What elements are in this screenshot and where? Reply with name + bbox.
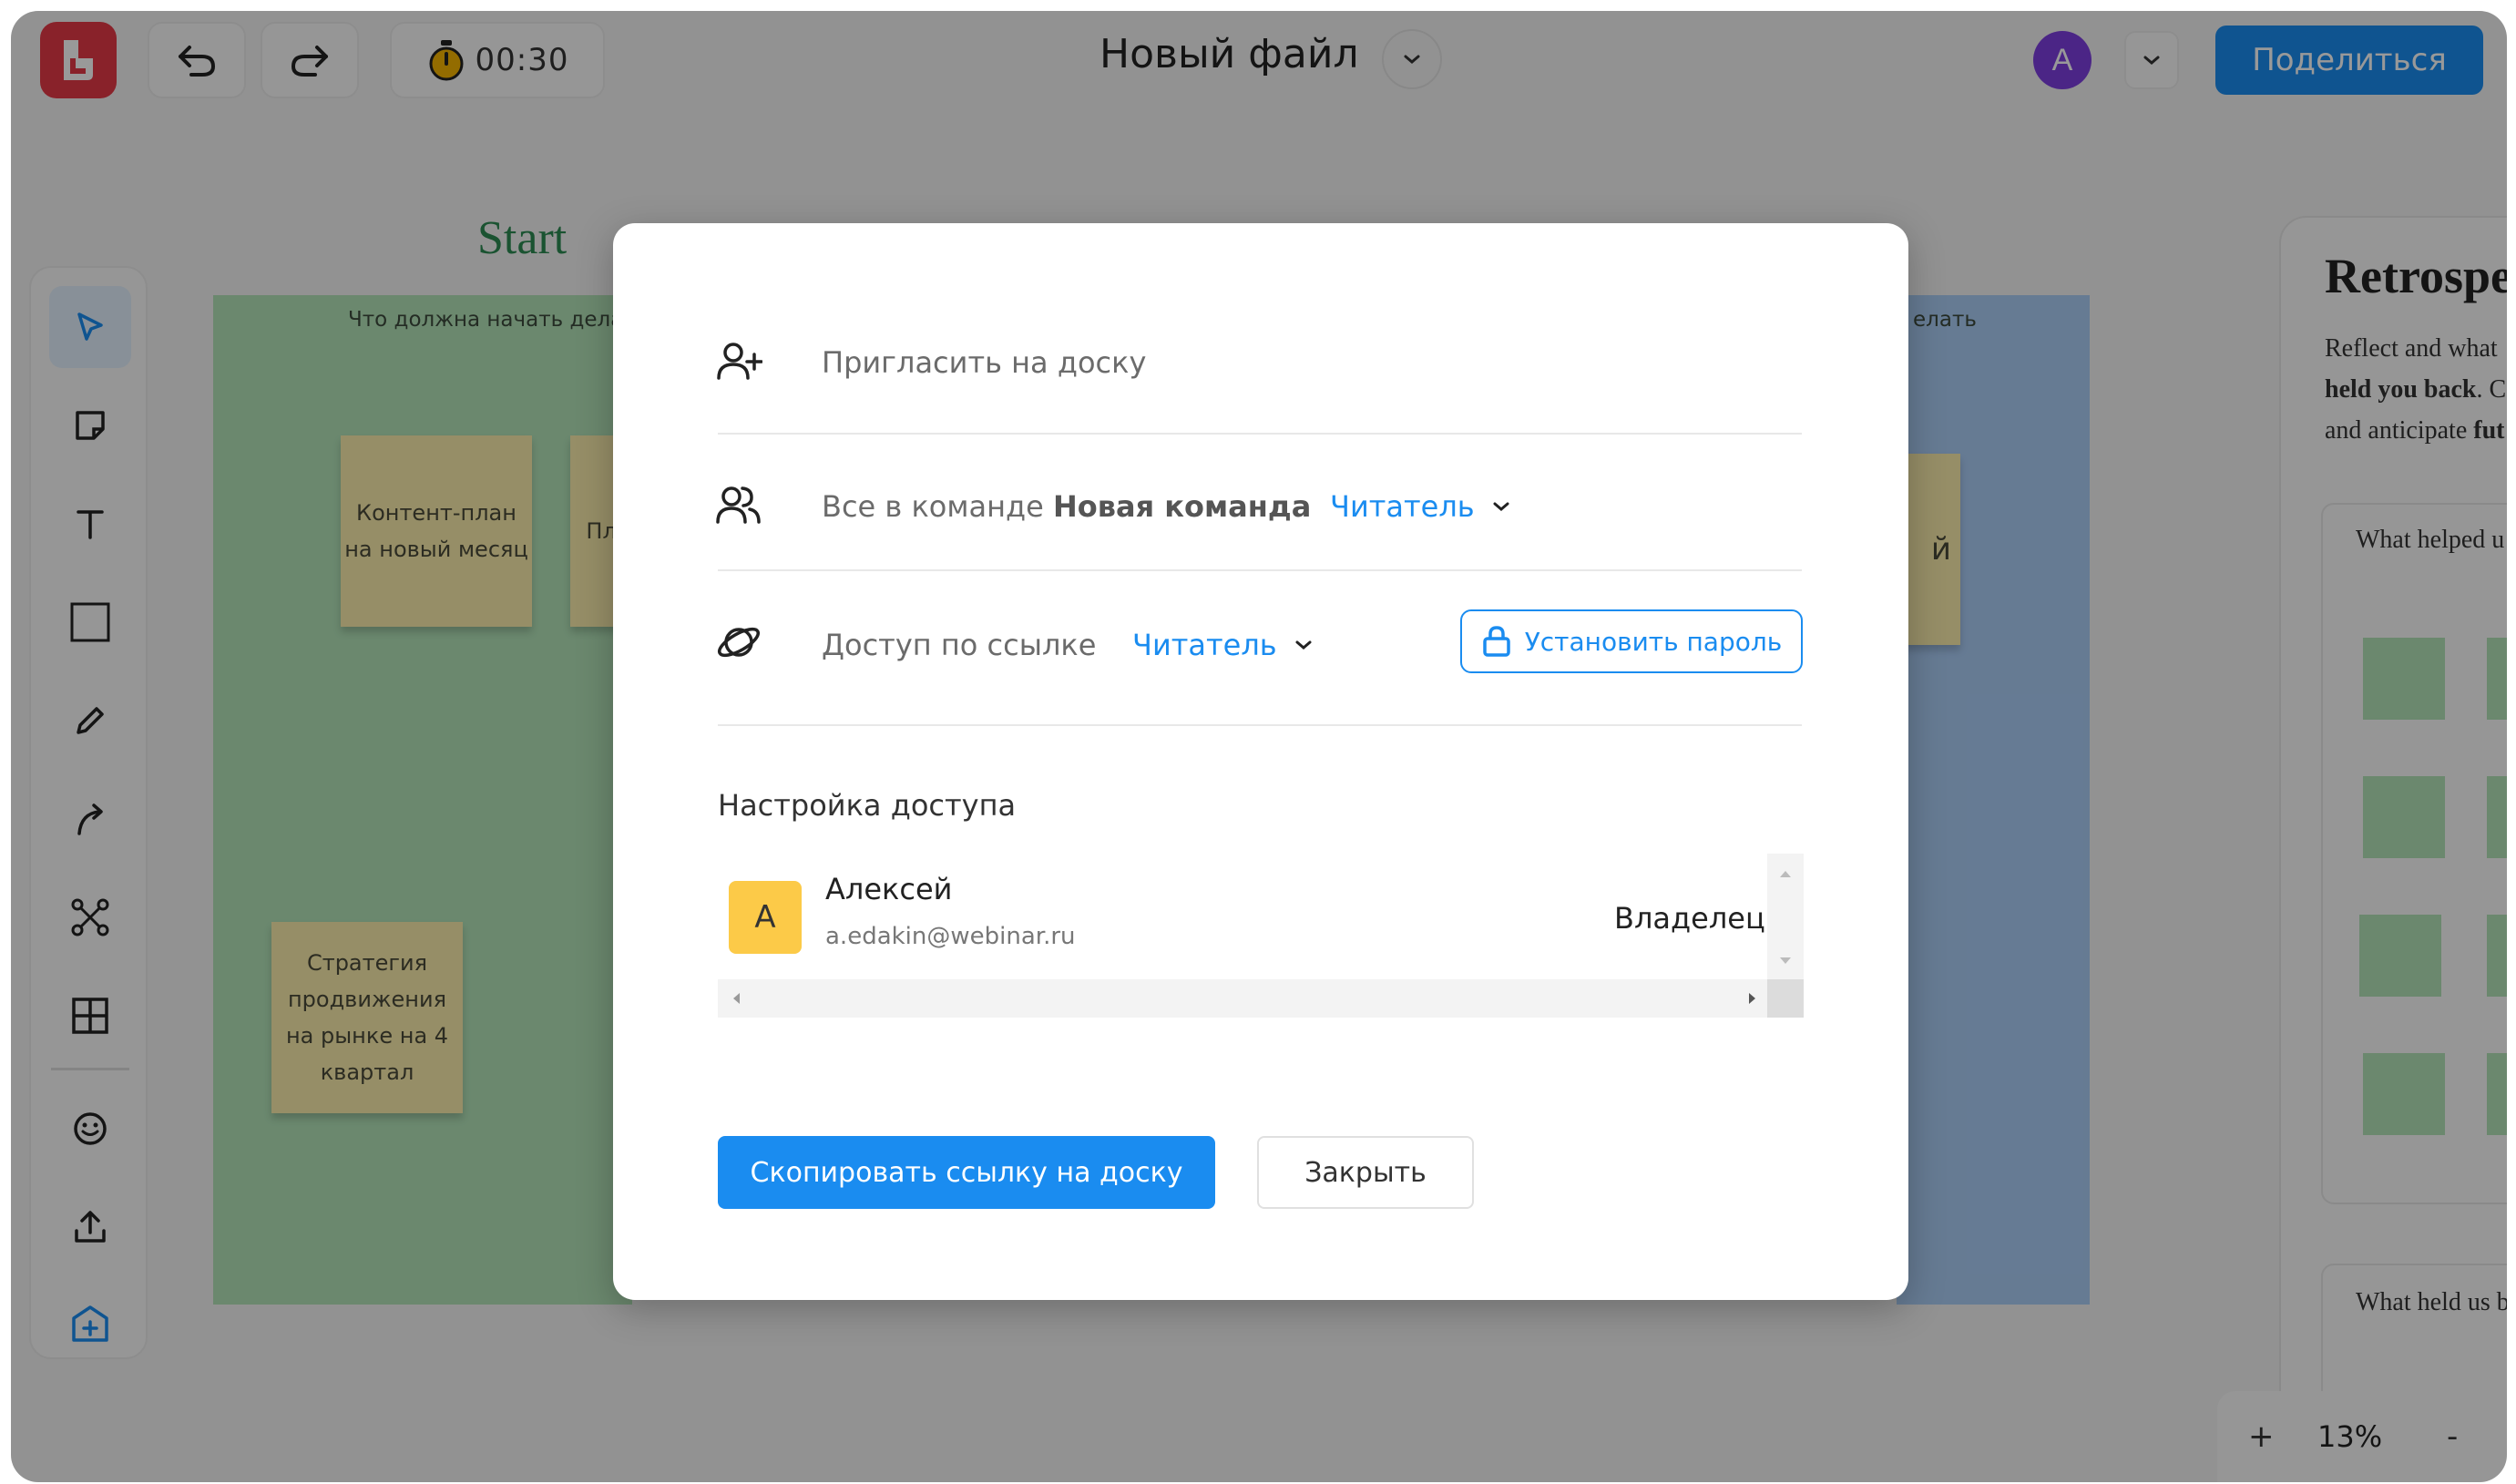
team-access-prefix: Все в команде	[822, 489, 1053, 524]
share-dialog: Пригласить на доску Все в команде Новая …	[613, 223, 1908, 1300]
chevron-down-icon	[1295, 640, 1312, 650]
divider	[718, 433, 1802, 435]
access-settings-title: Настройка доступа	[718, 788, 1017, 823]
scroll-up-icon	[1780, 871, 1791, 877]
scroll-left-icon	[733, 993, 740, 1004]
set-password-label: Установить пароль	[1524, 626, 1783, 657]
copy-link-button[interactable]: Скопировать ссылку на доску	[718, 1136, 1215, 1209]
close-button[interactable]: Закрыть	[1257, 1136, 1474, 1209]
team-role-value: Читатель	[1330, 489, 1475, 524]
scrollbar-corner	[1767, 979, 1804, 1018]
scroll-right-icon	[1749, 993, 1755, 1004]
member-email: a.edakin@webinar.ru	[825, 923, 1076, 950]
add-user-icon	[713, 336, 764, 387]
divider	[718, 724, 1802, 726]
team-name: Новая команда	[1053, 489, 1312, 524]
app-window: 00:30 Новый файл A Поделиться Start Что …	[11, 11, 2507, 1482]
invite-input[interactable]: Пригласить на доску	[822, 345, 1146, 380]
divider	[718, 569, 1802, 571]
planet-link-icon	[713, 617, 764, 668]
link-access-label: Доступ по ссылке	[822, 628, 1097, 662]
team-icon	[713, 480, 764, 531]
team-access-label: Все в команде Новая команда	[822, 489, 1311, 524]
lock-icon	[1482, 626, 1510, 657]
link-role-dropdown[interactable]: Читатель	[1132, 628, 1317, 662]
set-password-button[interactable]: Установить пароль	[1460, 609, 1803, 673]
member-name: Алексей	[825, 872, 953, 906]
chevron-down-icon	[1493, 502, 1509, 511]
member-avatar: А	[729, 881, 802, 954]
member-role: Владелец	[1614, 901, 1765, 936]
link-role-value: Читатель	[1132, 628, 1277, 662]
horizontal-scrollbar[interactable]	[718, 979, 1767, 1018]
team-role-dropdown[interactable]: Читатель	[1330, 489, 1515, 524]
vertical-scrollbar[interactable]	[1767, 854, 1804, 979]
scroll-down-icon	[1780, 957, 1791, 964]
user-access-list[interactable]: А Алексей a.edakin@webinar.ru Владелец	[718, 854, 1804, 1018]
